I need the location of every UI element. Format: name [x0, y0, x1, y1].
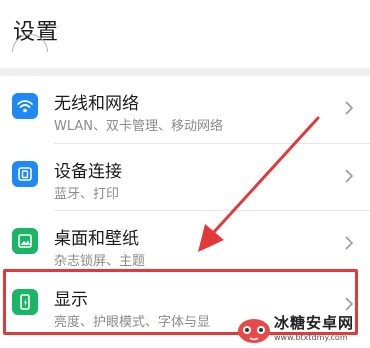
settings-header: 设置	[0, 0, 370, 68]
item-subtitle: 杂志锁屏、主题	[54, 254, 146, 269]
chevron-right-icon	[345, 169, 354, 183]
item-title: 桌面和壁纸	[54, 229, 139, 249]
section-gap	[0, 68, 370, 76]
account-avatar-partial[interactable]	[12, 34, 48, 52]
chevron-right-icon	[345, 101, 354, 115]
item-subtitle: 蓝牙、打印	[54, 187, 120, 202]
watermark-name: 冰糖安卓网	[274, 314, 355, 332]
wifi-icon	[12, 93, 38, 119]
item-title: 显示	[54, 290, 88, 310]
item-title: 无线和网络	[54, 94, 139, 114]
watermark: 冰糖安卓网 www.btxtdmy.com	[236, 310, 370, 348]
item-subtitle: 亮度、护眼模式、字体与显	[54, 315, 211, 330]
watermark-url: www.btxtdmy.com	[274, 333, 348, 342]
display-icon	[12, 289, 38, 315]
item-subtitle: WLAN、双卡管理、移动网络	[54, 119, 224, 134]
chevron-right-icon	[345, 236, 354, 250]
settings-item-wireless-network[interactable]: 无线和网络 WLAN、双卡管理、移动网络	[0, 76, 370, 142]
settings-item-desktop-wallpaper[interactable]: 桌面和壁纸 杂志锁屏、主题	[0, 211, 370, 277]
settings-item-device-connection[interactable]: 设备连接 蓝牙、打印	[0, 144, 370, 210]
wallpaper-icon	[12, 228, 38, 254]
device-connect-icon	[12, 161, 38, 187]
item-title: 设备连接	[54, 162, 122, 182]
gamepad-logo-icon	[238, 319, 270, 343]
